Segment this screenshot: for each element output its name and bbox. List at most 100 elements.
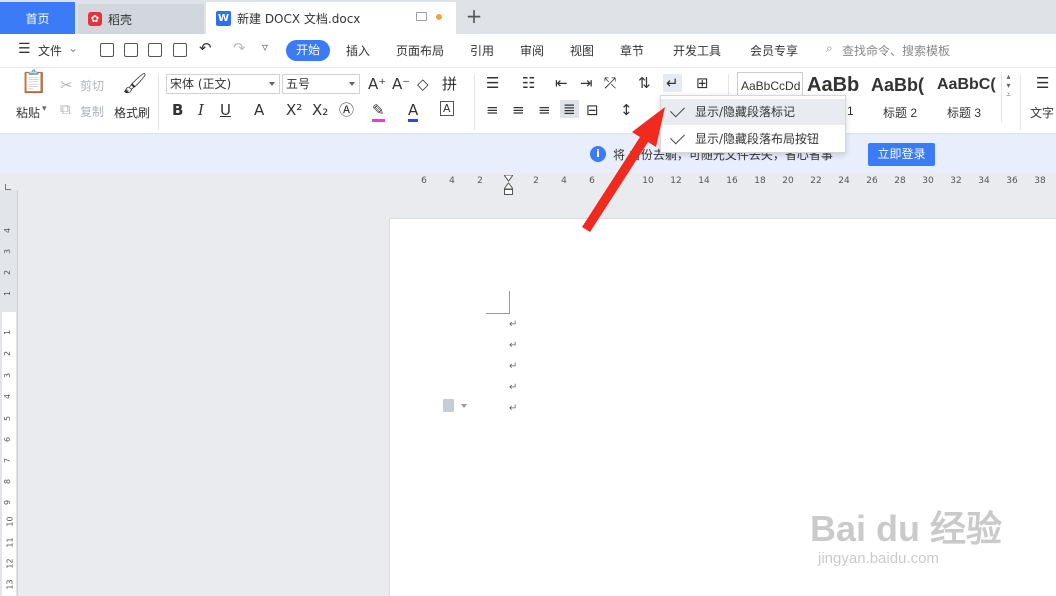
superscript-icon[interactable]: X²: [286, 101, 302, 119]
tab-review[interactable]: 审阅: [520, 42, 544, 59]
ribbon-separator: [1020, 74, 1021, 130]
highlight-icon[interactable]: ✎: [372, 101, 385, 122]
align-left-icon[interactable]: ≡: [486, 101, 499, 119]
ruler-tick: 20: [782, 176, 794, 186]
unsaved-dot-icon: [436, 14, 442, 20]
paragraph-mark-dropdown: 显示/隐藏段落标记 显示/隐藏段落布局按钮: [660, 95, 846, 153]
new-tab-plus-icon[interactable]: +: [462, 4, 486, 30]
tab-start[interactable]: 开始: [286, 40, 330, 61]
text-effect-icon[interactable]: A: [254, 101, 264, 119]
ruler-tick: 18: [754, 176, 766, 186]
chevron-down-icon[interactable]: ⌄: [68, 41, 78, 55]
customize-arrow-icon[interactable]: ▿: [262, 40, 268, 54]
paste-button[interactable]: 粘贴: [16, 104, 40, 121]
paragraph-mark[interactable]: ↵: [509, 340, 517, 351]
style-heading-3[interactable]: AaBbC( 标题 3: [937, 72, 999, 120]
save-icon[interactable]: [100, 43, 114, 57]
vertical-ruler[interactable]: 4 3 2 1 1 2 3 4 5 6 7 8 9 10 11 12 13: [0, 190, 18, 596]
paste-dropdown-icon[interactable]: ▾: [42, 104, 47, 114]
red-annotation-arrow: [582, 107, 665, 232]
text-tools-icon[interactable]: ☰: [1036, 74, 1049, 92]
paragraph-layout-dropdown-icon[interactable]: [461, 404, 467, 408]
ruler-tick: 6: [421, 176, 427, 186]
font-size-value: 五号: [286, 77, 311, 91]
font-color-icon[interactable]: A: [408, 101, 419, 122]
clear-format-icon[interactable]: ◇: [417, 75, 429, 93]
italic-icon[interactable]: I: [198, 101, 204, 119]
decrease-indent-icon[interactable]: ⇤: [555, 74, 568, 92]
ruler-tick: 36: [1006, 176, 1018, 186]
paragraph-mark[interactable]: ↵: [509, 319, 517, 330]
paragraph-mark[interactable]: ↵: [509, 361, 517, 372]
font-size-select[interactable]: 五号: [282, 74, 360, 94]
monitor-icon[interactable]: [416, 12, 427, 21]
style-sample-text: AaBb: [807, 74, 860, 96]
bold-icon[interactable]: B: [172, 101, 183, 119]
export-pdf-icon[interactable]: [124, 43, 138, 57]
paragraph-mark[interactable]: ↵: [509, 382, 517, 393]
watermark-url: jingyan.baidu.com: [818, 550, 939, 567]
tab-chapter[interactable]: 章节: [620, 42, 644, 59]
format-painter-button[interactable]: 格式刷: [114, 104, 150, 121]
subscript-icon[interactable]: X₂: [312, 101, 328, 119]
toggle-paragraph-marks-option[interactable]: 显示/隐藏段落标记: [661, 99, 845, 125]
ruler-toggle-icon[interactable]: ⊞: [696, 74, 709, 92]
character-border-icon[interactable]: Ⓐ: [339, 101, 354, 119]
underline-icon[interactable]: U: [220, 101, 231, 119]
ribbon-separator: [474, 74, 475, 130]
copy-icon[interactable]: ⧉: [60, 100, 71, 118]
tab-insert[interactable]: 插入: [346, 42, 370, 59]
hamburger-icon[interactable]: ☰: [18, 41, 31, 57]
menu-file[interactable]: 文件: [38, 42, 62, 59]
print-icon[interactable]: [148, 43, 162, 57]
align-right-icon[interactable]: ≡: [538, 101, 551, 119]
tab-daoke-label: 稻壳: [108, 12, 133, 27]
ribbon-separator: [158, 74, 159, 130]
search-icon[interactable]: ⌕: [826, 41, 833, 56]
decrease-font-icon[interactable]: A⁻: [392, 75, 410, 93]
ruler-tick: 1: [3, 329, 13, 336]
paragraph-mark-toggle-icon[interactable]: ↵: [663, 74, 682, 92]
login-button[interactable]: 立即登录: [868, 143, 935, 166]
font-name-value: 宋体 (正文): [170, 77, 232, 91]
toggle-paragraph-layout-option[interactable]: 显示/隐藏段落布局按钮: [661, 126, 845, 152]
paragraph-mark[interactable]: ↵: [509, 403, 517, 414]
horizontal-ruler[interactable]: 6 4 2 2 4 6 8 10 12 14 16 18 20 22 24 26…: [400, 173, 1056, 191]
paste-icon[interactable]: 📋: [20, 72, 47, 94]
redo-icon[interactable]: ↷: [233, 39, 246, 57]
style-heading-2[interactable]: AaBb( 标题 2: [871, 72, 935, 120]
tab-member[interactable]: 会员专享: [750, 42, 798, 59]
character-shading-icon[interactable]: A: [440, 101, 454, 116]
numbered-list-icon[interactable]: ☷: [522, 74, 535, 92]
tab-document[interactable]: W 新建 DOCX 文档.docx: [206, 2, 456, 34]
tab-developer[interactable]: 开发工具: [673, 42, 721, 59]
ruler-tick: 2: [533, 176, 539, 186]
increase-indent-icon[interactable]: ⇥: [580, 74, 593, 92]
undo-icon[interactable]: ↶: [199, 39, 212, 57]
format-painter-icon[interactable]: 🖌: [122, 73, 147, 93]
command-search[interactable]: 查找命令、搜索模板: [842, 42, 950, 59]
print-preview-icon[interactable]: [173, 43, 187, 57]
tab-page-layout[interactable]: 页面布局: [396, 42, 444, 59]
align-center-icon[interactable]: ≡: [512, 101, 525, 119]
font-name-select[interactable]: 宋体 (正文): [166, 74, 280, 94]
tab-view[interactable]: 视图: [570, 42, 594, 59]
ruler-tick: 7: [3, 457, 13, 464]
bullet-list-icon[interactable]: ☰: [486, 74, 499, 92]
chinese-layout-icon[interactable]: ⤱: [604, 74, 616, 92]
ruler-tick: 26: [866, 176, 878, 186]
style-scroll-control[interactable]: ▴ ▾ ⩡: [1001, 72, 1015, 122]
notification-bar: i 将 备份去躺，可随光文件去失，省心省事 立即登录: [0, 135, 1056, 173]
sort-icon[interactable]: ⇅: [638, 74, 651, 92]
cut-icon[interactable]: ✂: [60, 76, 73, 94]
tab-daoke[interactable]: ✿ 稻壳: [78, 4, 204, 34]
tab-reference[interactable]: 引用: [470, 42, 494, 59]
indent-marker-icon[interactable]: [504, 175, 513, 195]
paragraph-layout-icon[interactable]: [443, 399, 454, 412]
text-tools-button[interactable]: 文字: [1030, 104, 1054, 121]
phonetic-icon[interactable]: 拼: [442, 75, 457, 93]
copy-button[interactable]: 复制: [80, 103, 104, 120]
tab-home[interactable]: 首页: [0, 2, 75, 34]
cut-button[interactable]: 剪切: [80, 77, 104, 94]
increase-font-icon[interactable]: A⁺: [368, 75, 386, 93]
